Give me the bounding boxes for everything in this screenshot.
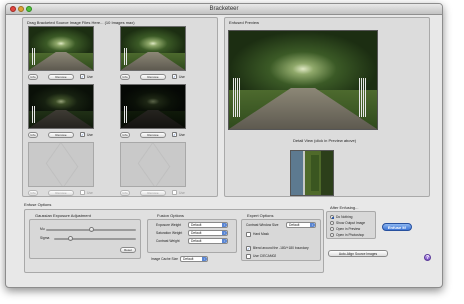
sigma-slider[interactable] xyxy=(54,236,136,241)
use-label: Use xyxy=(179,132,185,137)
remove-button[interactable]: Remove xyxy=(48,190,74,196)
title-bar: Bracketeer xyxy=(6,4,442,15)
popup-arrows-icon: ↕ xyxy=(222,239,227,243)
source-image-3[interactable] xyxy=(28,84,94,129)
hard-mask-label: Hard Mask xyxy=(253,232,269,236)
enfuse-options-header: Enfuse Options xyxy=(24,202,52,207)
mu-slider-knob[interactable] xyxy=(88,227,94,232)
use-label: Use xyxy=(179,74,185,79)
source-image-6[interactable] xyxy=(120,142,186,187)
ciecam-label: Use CIECAM02 xyxy=(253,254,277,258)
info-button[interactable]: Info xyxy=(120,190,130,196)
info-button[interactable]: Info xyxy=(120,132,130,138)
exposure-weight-value: Default xyxy=(191,223,202,227)
source-image-1[interactable] xyxy=(28,26,94,71)
blend-boundary-checkbox[interactable]: ✓ xyxy=(246,246,251,251)
remove-button[interactable]: Remove xyxy=(48,132,74,138)
use-checkbox[interactable]: ✓ xyxy=(80,132,85,137)
enfuse-options-panel: Gaussian Exposure Adjustment Mu Sigma Re… xyxy=(24,209,324,273)
after-enfusing-option-label: Show Output Image xyxy=(336,221,366,225)
popup-arrows-icon: ↕ xyxy=(202,257,207,261)
hard-mask-checkbox[interactable] xyxy=(246,232,251,237)
after-enfusing-radio[interactable] xyxy=(330,227,334,231)
saturation-weight-label: Saturation Weight xyxy=(156,231,183,235)
use-checkbox[interactable] xyxy=(172,190,177,195)
bracketeer-window: Bracketeer Drag Bracketed Source Image F… xyxy=(5,3,443,288)
source-photo xyxy=(121,27,185,70)
preview-header: Enfused Preview xyxy=(229,20,260,25)
detail-view-image xyxy=(290,150,334,196)
info-button[interactable]: Info xyxy=(28,74,38,80)
remove-button[interactable]: Remove xyxy=(140,190,166,196)
exposure-weight-popup[interactable]: Default ↕ xyxy=(188,222,228,228)
remove-button[interactable]: Remove xyxy=(140,132,166,138)
contrast-weight-value: Default xyxy=(191,239,202,243)
image-cache-value: Default xyxy=(183,257,194,261)
saturation-weight-value: Default xyxy=(191,231,202,235)
source-image-4[interactable] xyxy=(120,84,186,129)
ciecam-checkbox[interactable] xyxy=(246,254,251,259)
window-title: Bracketeer xyxy=(209,6,239,12)
after-enfusing-radio[interactable] xyxy=(330,233,334,237)
detail-view-header: Detail View (click in Preview above) xyxy=(293,138,357,143)
fusion-options-header: Fusion Options xyxy=(157,213,184,218)
info-button[interactable]: Info xyxy=(120,74,130,80)
blend-boundary-label: Blend around the -180/+180 boundary xyxy=(253,246,309,250)
source-photo xyxy=(29,27,93,70)
contrast-weight-popup[interactable]: Default ↕ xyxy=(188,238,228,244)
enfuse-it-button[interactable]: Enfuse It! xyxy=(382,223,412,231)
contrast-window-value: Default xyxy=(289,223,300,227)
remove-button[interactable]: Remove xyxy=(48,74,74,80)
after-enfusing-option-label: Do Nothing xyxy=(336,215,353,219)
contrast-weight-label: Contrast Weight xyxy=(156,239,180,243)
after-enfusing-radio[interactable] xyxy=(330,215,334,219)
sigma-label: Sigma xyxy=(40,236,50,240)
reset-button[interactable]: Reset xyxy=(120,247,136,253)
after-enfusing-box: Do Nothing Show Output Image Open in Previ… xyxy=(326,211,376,239)
empty-slot-placeholder-icon xyxy=(137,143,171,186)
fusion-options-box: Exposure Weight Default ↕ Saturation Weig… xyxy=(147,219,237,253)
gaussian-header: Gaussian Exposure Adjustment xyxy=(35,213,91,218)
gaussian-box: Mu Sigma Reset xyxy=(29,219,141,259)
contrast-window-popup[interactable]: Default ↕ xyxy=(286,222,316,228)
after-enfusing-option-label: Open in Preview xyxy=(336,227,361,231)
source-photo xyxy=(121,85,185,128)
help-icon[interactable]: ? xyxy=(424,254,431,261)
use-checkbox[interactable]: ✓ xyxy=(80,74,85,79)
use-checkbox[interactable]: ✓ xyxy=(172,74,177,79)
use-label: Use xyxy=(87,74,93,79)
image-cache-label: Image Cache Size xyxy=(151,257,178,261)
sigma-slider-knob[interactable] xyxy=(67,236,73,241)
use-checkbox[interactable]: ✓ xyxy=(172,132,177,137)
info-button[interactable]: Info xyxy=(28,190,38,196)
source-images-header: Drag Bracketed Source Image Files Here..… xyxy=(27,20,135,25)
after-enfusing-option-label: Open in Photoshop xyxy=(336,233,365,237)
after-enfusing-radio[interactable] xyxy=(330,221,334,225)
popup-arrows-icon: ↕ xyxy=(310,223,315,227)
info-button[interactable]: Info xyxy=(28,132,38,138)
enfused-preview-image[interactable] xyxy=(228,30,378,130)
mu-slider[interactable] xyxy=(46,227,136,232)
use-label: Use xyxy=(179,190,185,195)
use-checkbox[interactable] xyxy=(80,190,85,195)
exposure-weight-label: Exposure Weight xyxy=(156,223,182,227)
after-enfusing-header: After Enfusing... xyxy=(330,205,359,210)
use-label: Use xyxy=(87,132,93,137)
remove-button[interactable]: Remove xyxy=(140,74,166,80)
source-image-2[interactable] xyxy=(120,26,186,71)
use-label: Use xyxy=(87,190,93,195)
mu-label: Mu xyxy=(40,227,45,231)
preview-photo xyxy=(229,31,377,129)
auto-align-button[interactable]: Auto-Align Source Images xyxy=(328,250,388,257)
saturation-weight-popup[interactable]: Default ↕ xyxy=(188,230,228,236)
popup-arrows-icon: ↕ xyxy=(222,223,227,227)
source-photo xyxy=(29,85,93,128)
empty-slot-placeholder-icon xyxy=(45,143,79,186)
expert-options-box: Contrast Window Size Default ↕ Hard Mask … xyxy=(241,219,321,261)
source-image-5[interactable] xyxy=(28,142,94,187)
contrast-window-label: Contrast Window Size xyxy=(246,223,279,227)
popup-arrows-icon: ↕ xyxy=(222,231,227,235)
expert-options-header: Expert Options xyxy=(247,213,274,218)
image-cache-popup[interactable]: Default ↕ xyxy=(180,256,208,262)
